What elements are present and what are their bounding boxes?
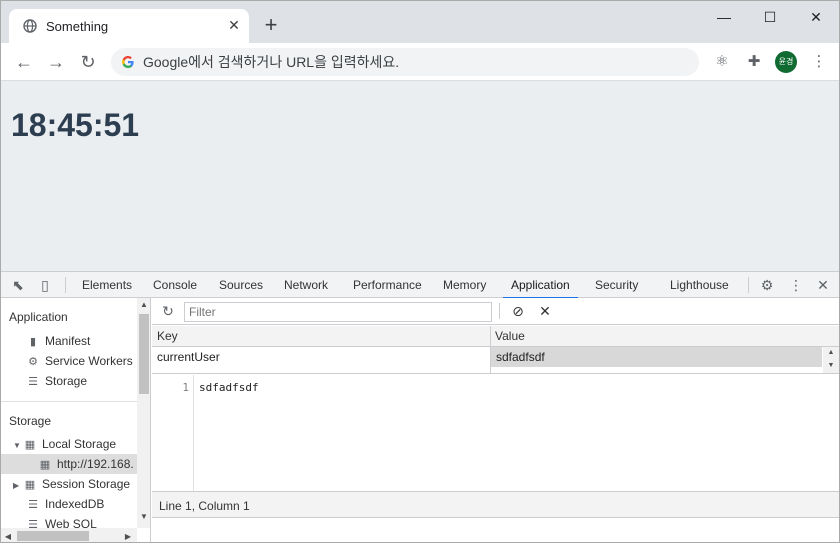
scrollbar-thumb[interactable] [139, 314, 149, 394]
page-viewport: 18:45:51 [1, 81, 839, 271]
forward-arrow-icon[interactable]: → [45, 51, 67, 73]
tab-sources[interactable]: Sources [219, 272, 263, 298]
close-devtools-icon[interactable]: ✕ [814, 276, 832, 294]
sidebar-item-manifest[interactable]: ▮ Manifest [26, 331, 90, 351]
gear-icon: ⚙ [28, 356, 38, 368]
scroll-down-arrow-icon[interactable]: ▼ [137, 510, 150, 524]
clock-display: 18:45:51 [11, 107, 140, 143]
storage-table: Key Value currentUser sdfadfsdf ▲ ▼ [152, 326, 839, 374]
value-preview-editor[interactable]: 1 sdfadfsdf [152, 375, 839, 491]
scroll-left-arrow-icon[interactable]: ◀ [1, 528, 15, 542]
devtools-panel: ⬉ ▯ Elements Console Sources Network Per… [1, 271, 839, 542]
sidebar-item-indexeddb[interactable]: ☰ IndexedDB [26, 494, 104, 514]
editor-content[interactable]: sdfadfsdf [199, 381, 259, 394]
tab-title: Something [46, 19, 109, 34]
sidebar-vertical-scrollbar[interactable]: ▲ ▼ [137, 298, 150, 528]
sidebar-item-service-workers[interactable]: ⚙ Service Workers [26, 351, 133, 371]
database-icon: ☰ [28, 376, 38, 388]
address-bar[interactable] [111, 48, 699, 76]
divider [65, 277, 66, 293]
cursor-position-text: Line 1, Column 1 [159, 499, 250, 513]
back-arrow-icon[interactable]: ← [13, 51, 35, 73]
settings-gear-icon[interactable]: ⚙ [758, 276, 776, 294]
more-menu-icon[interactable]: ⋮ [809, 52, 829, 72]
sidebar-header-application: Application [9, 310, 68, 324]
extensions-puzzle-icon[interactable]: ✚ [744, 52, 764, 72]
sidebar-item-local-storage-origin[interactable]: ▦ http://192.168. [1, 454, 137, 474]
divider [499, 303, 500, 319]
column-divider [490, 326, 491, 374]
editor-status-bar: Line 1, Column 1 [152, 491, 839, 518]
line-number-gutter: 1 [152, 375, 194, 491]
collapsed-triangle-icon[interactable]: ▶ [13, 476, 23, 496]
browser-window: Something ✕ + — ☐ ✕ ← → ↻ ⚛ ✚ 윤경 ⋮ 18:45… [0, 0, 840, 543]
document-icon: ▮ [29, 336, 37, 348]
grid-icon: ▦ [39, 459, 51, 471]
sidebar-item-storage[interactable]: ☰ Storage [26, 371, 87, 391]
google-g-icon [122, 56, 134, 68]
sidebar-item-session-storage[interactable]: ▶ ▦ Session Storage [13, 474, 130, 494]
tab-console[interactable]: Console [153, 272, 197, 298]
omnibox-input[interactable] [143, 51, 683, 73]
refresh-icon[interactable]: ↻ [160, 303, 176, 319]
sidebar-item-local-storage[interactable]: ▼ ▦ Local Storage [13, 434, 116, 454]
expanded-triangle-icon[interactable]: ▼ [13, 436, 23, 456]
reload-icon[interactable]: ↻ [77, 51, 99, 73]
device-toolbar-icon[interactable]: ▯ [36, 276, 54, 294]
close-tab-icon[interactable]: ✕ [226, 17, 242, 33]
database-icon: ☰ [28, 499, 38, 511]
react-devtools-icon[interactable]: ⚛ [712, 52, 732, 72]
delete-selected-icon[interactable]: ✕ [537, 303, 553, 319]
divider [748, 277, 749, 293]
tab-application[interactable]: Application [503, 272, 578, 299]
scroll-right-arrow-icon[interactable]: ▶ [121, 528, 135, 542]
storage-main-pane: ↻ ⊘ ✕ Key Value currentUser sdfadfsdf ▲ [152, 298, 839, 542]
grid-icon: ▦ [24, 439, 36, 451]
application-sidebar: Application ▮ Manifest ⚙ Service Workers ☰… [1, 298, 151, 542]
scroll-down-arrow-icon[interactable]: ▼ [823, 360, 839, 372]
avatar[interactable]: 윤경 [775, 51, 797, 73]
new-tab-icon[interactable]: + [261, 14, 281, 36]
table-row[interactable]: currentUser sdfadfsdf [152, 347, 822, 367]
more-options-icon[interactable]: ⋮ [787, 276, 805, 294]
table-scrollbar[interactable]: ▲ ▼ [823, 347, 839, 373]
close-window-icon[interactable]: ✕ [801, 7, 831, 27]
globe-icon [23, 19, 37, 33]
grid-icon: ▦ [24, 479, 36, 491]
browser-tab[interactable]: Something ✕ [9, 9, 249, 43]
sidebar-horizontal-scrollbar[interactable]: ◀ ▶ [1, 528, 137, 542]
divider [1, 401, 137, 402]
tab-network[interactable]: Network [284, 272, 328, 298]
clear-all-icon[interactable]: ⊘ [510, 303, 526, 319]
devtools-tabbar: ⬉ ▯ Elements Console Sources Network Per… [1, 272, 839, 299]
table-cell-value[interactable]: sdfadfsdf [491, 347, 822, 367]
tab-security[interactable]: Security [595, 272, 638, 298]
tab-strip: Something ✕ + — ☐ ✕ [1, 1, 839, 43]
line-number: 1 [182, 381, 189, 394]
tab-lighthouse[interactable]: Lighthouse [670, 272, 729, 298]
inspect-element-icon[interactable]: ⬉ [9, 276, 27, 294]
maximize-icon[interactable]: ☐ [755, 7, 785, 27]
scroll-up-arrow-icon[interactable]: ▲ [137, 298, 150, 312]
scrollbar-thumb[interactable] [17, 531, 89, 541]
minimize-icon[interactable]: — [709, 7, 739, 27]
table-cell-key[interactable]: currentUser [152, 347, 490, 367]
browser-toolbar: ← → ↻ ⚛ ✚ 윤경 ⋮ [1, 43, 839, 81]
column-header-key[interactable]: Key [152, 326, 490, 347]
table-header: Key Value [152, 326, 839, 347]
filter-input[interactable] [184, 302, 492, 322]
tab-performance[interactable]: Performance [353, 272, 422, 298]
column-header-value[interactable]: Value [490, 326, 839, 347]
storage-filter-bar: ↻ ⊘ ✕ [152, 298, 839, 325]
tab-elements[interactable]: Elements [82, 272, 132, 298]
tab-memory[interactable]: Memory [443, 272, 486, 298]
scroll-up-arrow-icon[interactable]: ▲ [823, 347, 839, 359]
sidebar-header-storage: Storage [9, 414, 52, 428]
